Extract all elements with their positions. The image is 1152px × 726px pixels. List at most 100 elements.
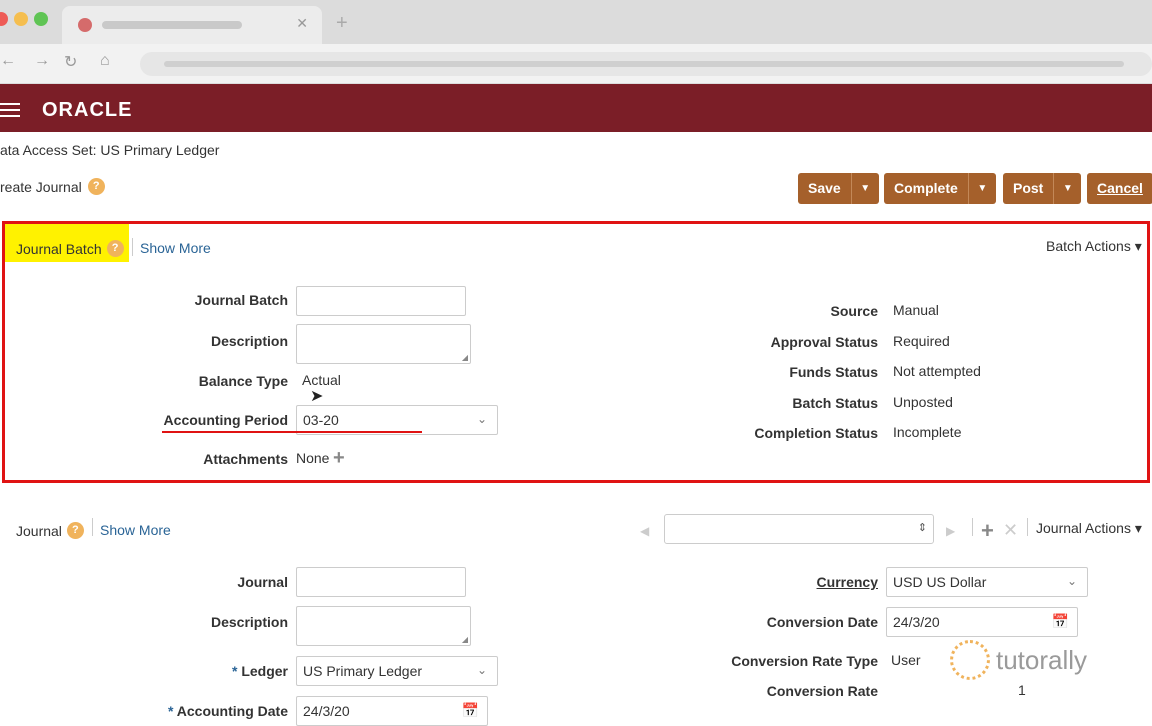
journal-show-more-link[interactable]: Show More [100, 522, 171, 538]
url-text-blurred [164, 61, 1124, 67]
funds-status-value: Not attempted [893, 363, 981, 379]
annotation-box [2, 221, 1150, 483]
batch-status-value: Unposted [893, 394, 953, 410]
save-dropdown-icon[interactable]: ▼ [850, 173, 879, 204]
add-journal-icon[interactable]: + [981, 518, 994, 544]
complete-dropdown-icon[interactable]: ▼ [967, 173, 996, 204]
divider [92, 518, 93, 536]
add-attachment-icon[interactable]: + [333, 447, 345, 470]
conversion-date-input[interactable]: 24/3/20 📅 [886, 607, 1078, 637]
completion-status-value: Incomplete [893, 424, 962, 440]
help-icon[interactable]: ? [106, 240, 124, 257]
address-toolbar: ← → ↻ ⌂ [0, 44, 1152, 84]
calendar-icon[interactable]: 📅 [462, 702, 479, 719]
balance-type-label: Balance Type [198, 373, 288, 389]
post-dropdown-icon[interactable]: ▼ [1053, 173, 1081, 204]
ledger-value: US Primary Ledger [303, 663, 423, 679]
cancel-button[interactable]: Cancel [1087, 173, 1152, 204]
currency-value: USD US Dollar [893, 574, 987, 590]
divider [972, 518, 973, 536]
data-access-set: ata Access Set: US Primary Ledger [0, 142, 220, 158]
help-icon[interactable]: ? [66, 522, 84, 539]
approval-status-label: Approval Status [770, 334, 878, 350]
conversion-rate-value: 1 [1018, 682, 1026, 698]
accounting-date-label: * Accounting Date [167, 703, 288, 719]
accounting-date-value: 24/3/20 [303, 703, 350, 719]
complete-button[interactable]: Complete [884, 173, 968, 204]
journal-label: Journal [237, 574, 288, 590]
journal-input[interactable] [296, 567, 466, 597]
funds-status-label: Funds Status [789, 364, 878, 380]
delete-journal-icon[interactable]: ✕ [1003, 520, 1018, 541]
batch-description-textarea[interactable]: ◢ [296, 324, 471, 364]
conversion-rate-label: Conversion Rate [766, 683, 878, 699]
conversion-rate-type-value: User [891, 652, 921, 668]
back-icon[interactable]: ← [0, 52, 16, 70]
batch-actions-menu[interactable]: Batch Actions ▾ [1046, 238, 1142, 255]
source-label: Source [830, 303, 878, 319]
maximize-window-dot[interactable] [34, 12, 48, 26]
chevron-down-icon: ⌄ [476, 412, 487, 426]
mouse-cursor-icon: ➤ [310, 388, 324, 405]
chevron-down-icon: ⌄ [476, 663, 487, 677]
journal-actions-menu[interactable]: Journal Actions ▾ [1036, 520, 1142, 537]
tab-title-blurred [102, 21, 242, 29]
tutorally-logo-icon [950, 640, 990, 680]
next-arrow-icon[interactable]: ▶ [946, 524, 955, 538]
accounting-period-label: Accounting Period [163, 412, 288, 428]
close-window-dot[interactable] [0, 12, 8, 26]
journal-description-label: Description [210, 614, 288, 630]
menu-icon[interactable] [0, 103, 20, 121]
currency-label[interactable]: Currency [678, 574, 878, 590]
journal-description-textarea[interactable]: ◢ [296, 606, 471, 646]
previous-arrow-icon[interactable]: ◀ [640, 524, 649, 538]
chevron-down-icon: ⌄ [1066, 574, 1077, 588]
batch-description-label: Description [210, 333, 288, 349]
batch-status-label: Batch Status [792, 395, 878, 411]
currency-select[interactable]: USD US Dollar ⌄ [886, 567, 1088, 597]
accounting-date-input[interactable]: 24/3/20 📅 [296, 696, 488, 726]
browser-tab[interactable]: ✕ [62, 6, 322, 44]
journal-batch-input[interactable] [296, 286, 466, 316]
accounting-period-value: 03-20 [303, 412, 339, 428]
minimize-window-dot[interactable] [14, 12, 28, 26]
journal-title: Journal [16, 522, 62, 539]
close-tab-icon[interactable]: ✕ [296, 15, 308, 32]
save-button[interactable]: Save [798, 173, 851, 204]
conversion-date-label: Conversion Date [766, 614, 878, 630]
up-down-icon: ⇕ [917, 522, 927, 534]
divider [132, 238, 133, 256]
post-button[interactable]: Post [1003, 173, 1053, 204]
forward-icon[interactable]: → [34, 52, 50, 70]
new-tab-icon[interactable]: + [336, 12, 348, 35]
browser-tab-bar: ✕ + [0, 0, 1152, 44]
favicon-icon [78, 18, 92, 32]
oracle-header: ORACLE [0, 84, 1152, 132]
attachments-value: None [296, 450, 330, 466]
batch-show-more-link[interactable]: Show More [140, 240, 211, 256]
journal-navigator-select[interactable]: ⇕ [664, 514, 934, 544]
page-title: reate Journal ? [0, 178, 105, 195]
ledger-select[interactable]: US Primary Ledger ⌄ [296, 656, 498, 686]
reload-icon[interactable]: ↻ [64, 52, 77, 72]
attachments-label: Attachments [203, 451, 288, 467]
cancel-button-wrap: Cancel [1087, 173, 1152, 204]
conversion-date-value: 24/3/20 [893, 614, 940, 630]
approval-status-value: Required [893, 333, 950, 349]
journal-batch-header: Journal Batch ? [16, 240, 124, 257]
post-button-group: Post ▼ [1003, 173, 1082, 204]
ledger-label: * Ledger [231, 663, 288, 679]
source-value: Manual [893, 302, 939, 318]
tutorally-watermark: tutorally [950, 640, 1087, 680]
conversion-rate-type-label: Conversion Rate Type [731, 653, 878, 669]
divider [1027, 518, 1028, 536]
home-icon[interactable]: ⌂ [100, 52, 110, 70]
page-title-text: reate Journal [0, 178, 82, 195]
journal-header: Journal ? [16, 522, 84, 539]
save-button-group: Save ▼ [798, 173, 879, 204]
journal-batch-title: Journal Batch [16, 240, 102, 257]
url-bar[interactable] [140, 52, 1152, 76]
help-icon[interactable]: ? [87, 178, 105, 195]
annotation-underline [162, 431, 422, 433]
calendar-icon[interactable]: 📅 [1052, 613, 1069, 630]
